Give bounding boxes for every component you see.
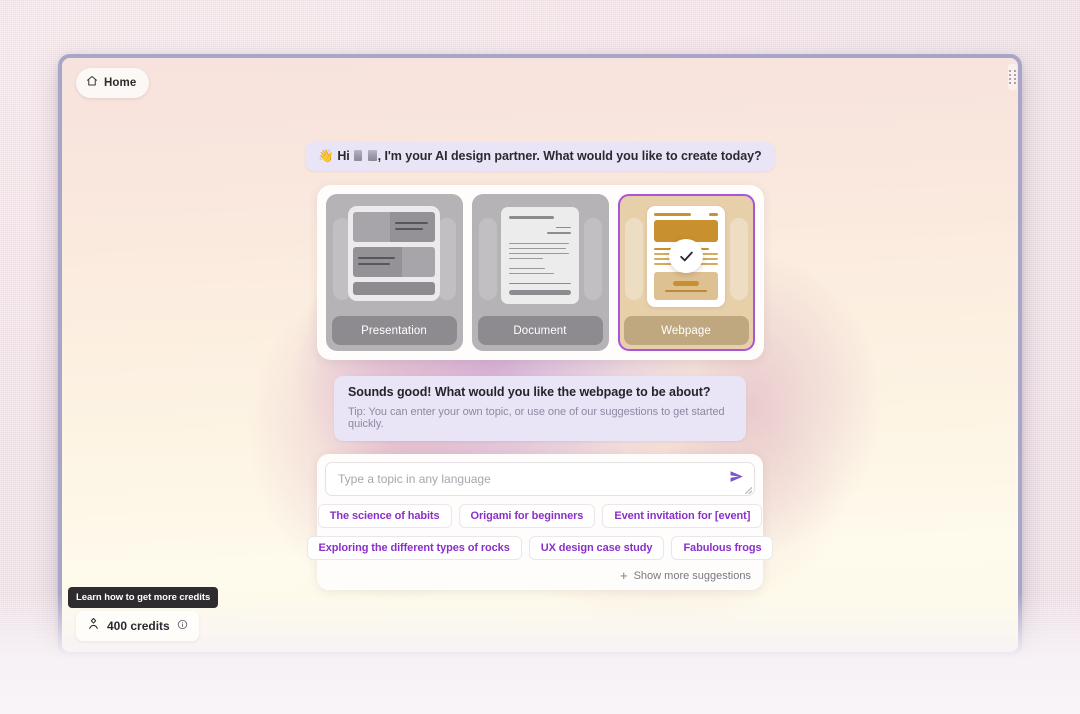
type-card-label-webpage: Webpage [623, 316, 749, 345]
composer: The science of habits Origami for beginn… [306, 454, 774, 590]
topic-input-wrapper[interactable] [325, 462, 755, 496]
credits-amount: 400 credits [107, 619, 170, 633]
suggestion-chip[interactable]: The science of habits [317, 504, 452, 528]
desktop-backdrop: Home 👋 Hi , I'm your AI design partner. … [0, 0, 1080, 714]
send-icon[interactable] [729, 469, 744, 489]
type-card-webpage[interactable]: Webpage [617, 194, 755, 351]
show-more-suggestions-button[interactable]: + Show more suggestions [325, 569, 755, 582]
suggestion-chip[interactable]: UX design case study [528, 536, 665, 560]
greeting-prefix: Hi [337, 149, 350, 163]
show-more-suggestions-label: Show more suggestions [633, 569, 751, 582]
prompt-tip: Tip: You can enter your own topic, or us… [348, 406, 725, 430]
check-icon [669, 239, 703, 273]
conversation: 👋 Hi , I'm your AI design partner. What … [62, 142, 1018, 590]
app-window: Home 👋 Hi , I'm your AI design partner. … [58, 54, 1022, 656]
suggestion-chip[interactable]: Exploring the different types of rocks [306, 536, 522, 560]
type-card-presentation[interactable]: Presentation [325, 194, 463, 351]
presentation-thumbnail [332, 200, 457, 312]
info-icon[interactable] [177, 617, 188, 635]
credits-tooltip: Learn how to get more credits [68, 587, 219, 608]
suggestion-chips-row-1: The science of habits Origami for beginn… [317, 504, 763, 528]
document-thumbnail [478, 200, 603, 312]
prompt-title: Sounds good! What would you like the web… [348, 385, 711, 399]
unsupported-emoji-glyph-1 [354, 150, 363, 161]
credits-gem-icon [87, 617, 100, 635]
canvas: Home 👋 Hi , I'm your AI design partner. … [62, 58, 1018, 652]
home-button-label: Home [104, 77, 137, 89]
greeting-text: , I'm your AI design partner. What would… [377, 149, 762, 163]
suggestion-chip[interactable]: Event invitation for [event] [602, 504, 763, 528]
home-button[interactable]: Home [76, 68, 150, 98]
webpage-thumbnail [624, 200, 749, 312]
type-card-document[interactable]: Document [471, 194, 609, 351]
resize-grip-icon[interactable] [745, 487, 752, 494]
type-card-label-presentation: Presentation [331, 316, 457, 345]
type-card-label-document: Document [477, 316, 603, 345]
drag-handle-icon[interactable] [1008, 64, 1017, 90]
plus-icon: + [620, 568, 628, 583]
greeting-bubble: 👋 Hi , I'm your AI design partner. What … [305, 142, 775, 171]
wave-emoji: 👋 [318, 149, 334, 163]
suggestion-chip[interactable]: Fabulous frogs [671, 536, 774, 560]
home-icon [86, 74, 98, 92]
prompt-bubble: Sounds good! What would you like the web… [334, 376, 746, 441]
topic-input[interactable] [338, 472, 720, 486]
suggestion-chip[interactable]: Origami for beginners [458, 504, 596, 528]
type-chooser: Presentation Document Webpage [316, 185, 764, 360]
credits-button[interactable]: 400 credits [76, 611, 199, 641]
unsupported-emoji-glyph-2 [367, 150, 377, 161]
suggestion-chips-row-2: Exploring the different types of rocks U… [306, 536, 774, 560]
